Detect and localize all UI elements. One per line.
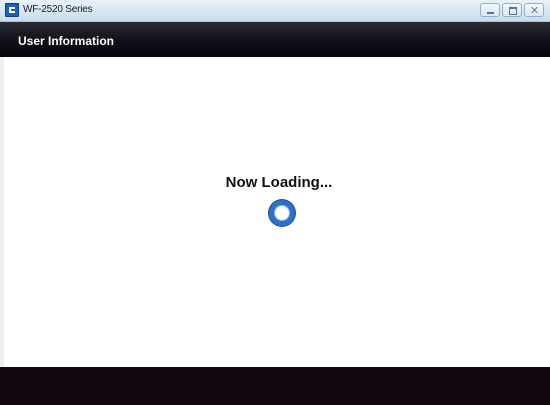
footer-bar — [0, 367, 550, 405]
window-controls — [480, 3, 544, 18]
minimize-button[interactable] — [480, 3, 500, 17]
close-button[interactable] — [524, 3, 544, 17]
loading-status-text: Now Loading... — [225, 174, 333, 191]
page-title: User Information — [18, 34, 115, 48]
page-header: User Information — [0, 22, 550, 57]
title-bar[interactable]: WF-2520 Series — [0, 0, 550, 22]
window-title: WF-2520 Series — [23, 4, 93, 15]
loading-spinner-icon — [269, 200, 295, 226]
maximize-button[interactable] — [502, 3, 522, 17]
app-icon — [5, 3, 19, 17]
app-window: WF-2520 Series User Information Now Load… — [0, 0, 550, 405]
main-content: Now Loading... — [0, 57, 550, 367]
